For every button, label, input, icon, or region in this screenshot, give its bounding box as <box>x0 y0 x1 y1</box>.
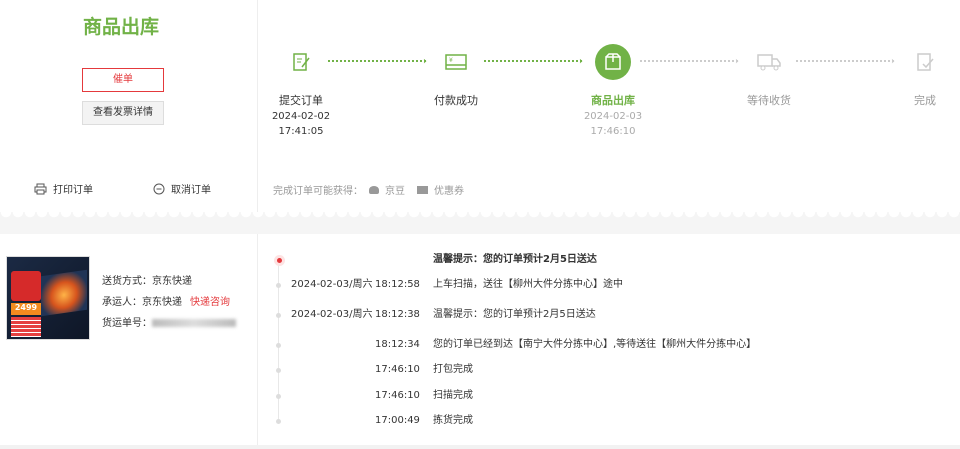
delivery-method-label: 送货方式： <box>102 276 152 287</box>
order-status-section: 商品出库 催单 查看发票详情 打印订单 取消订单 › › › › 提交订单 20… <box>0 0 960 212</box>
courier-inquiry-link[interactable]: 快递咨询 <box>190 297 230 308</box>
step-label: 付款成功 <box>434 94 478 107</box>
tracking-message: 您的订单已经到达【南宁大件分拣中心】,等待送往【柳州大件分拣中心】 <box>433 339 757 350</box>
tracking-timeline: 温馨提示：您的订单预计2月5日送达 2024-02-03/周六 18:12:58 上… <box>258 234 960 445</box>
tracking-time: 17:00:49 <box>375 415 420 426</box>
tracking-time: 18:12:38 <box>375 309 420 320</box>
step-time: 17:41:05 <box>278 126 324 137</box>
coupon-label: 优惠券 <box>434 186 464 197</box>
step-shipped: 商品出库 2024-02-03 17:46:10 <box>573 44 653 138</box>
step-time: 17:46:10 <box>590 126 636 137</box>
print-order-button[interactable]: 打印订单 <box>34 181 93 196</box>
tracking-time: 18:12:58 <box>375 279 420 290</box>
package-icon <box>595 44 631 80</box>
section-divider <box>0 212 960 234</box>
shipment-details: 送货方式：京东快递 承运人：京东快递 快递咨询 货运单号： <box>102 271 236 334</box>
tracking-entry: 温馨提示：您的订单预计2月5日送达 <box>258 253 960 267</box>
tracking-entry: 18:12:34 您的订单已经到达【南宁大件分拣中心】,等待送往【柳州大件分拣中心… <box>258 338 960 352</box>
tracking-message: 扫描完成 <box>433 390 473 401</box>
step-label: 完成 <box>914 94 936 107</box>
product-thumbnail[interactable]: 2499 <box>6 256 90 340</box>
page-footer-band <box>0 445 960 449</box>
check-document-icon <box>907 44 943 80</box>
tracking-time: 17:46:10 <box>375 390 420 401</box>
tracking-date: 2024-02-03/周六 <box>291 279 373 290</box>
tracking-entry: 17:46:10 打包完成 <box>258 363 960 377</box>
payment-card-icon: ¥ <box>438 44 474 80</box>
tracking-entry: 17:46:10 扫描完成 <box>258 389 960 403</box>
step-label: 商品出库 <box>591 94 635 107</box>
jd-bean-icon <box>369 185 379 194</box>
print-order-label: 打印订单 <box>53 185 93 196</box>
product-price-badge: 2499 <box>11 303 41 315</box>
svg-text:¥: ¥ <box>449 57 453 64</box>
order-status-panel: 商品出库 催单 查看发票详情 打印订单 取消订单 <box>0 0 258 212</box>
rewards-label: 完成订单可能获得： <box>273 186 363 197</box>
truck-icon <box>751 44 787 80</box>
view-invoice-button[interactable]: 查看发票详情 <box>82 101 164 125</box>
coupon-icon <box>417 185 428 194</box>
cancel-order-button[interactable]: 取消订单 <box>153 181 211 196</box>
step-date: 2024-02-02 <box>271 111 331 122</box>
tracking-entry: 2024-02-03/周六 18:12:38 温馨提示：您的订单预计2月5日送达 <box>258 308 960 322</box>
edit-document-icon <box>283 44 319 80</box>
step-submit-order: 提交订单 2024-02-02 17:41:05 <box>261 44 341 138</box>
urge-order-button[interactable]: 催单 <box>82 68 164 92</box>
tracking-time: 17:46:10 <box>375 364 420 375</box>
step-label: 提交订单 <box>279 94 323 107</box>
step-complete: 完成 <box>885 44 960 108</box>
tracking-entry: 17:00:49 拣货完成 <box>258 414 960 428</box>
printer-icon <box>34 183 47 194</box>
rewards-info: 完成订单可能获得： 京豆 优惠券 <box>273 182 464 197</box>
tracking-message: 打包完成 <box>433 364 473 375</box>
tracking-message: 上车扫描，送往【柳州大件分拣中心】途中 <box>433 279 623 290</box>
step-awaiting-delivery: 等待收货 <box>729 44 809 108</box>
jd-bean-label: 京豆 <box>385 186 405 197</box>
carrier-value: 京东快递 <box>142 297 182 308</box>
cancel-order-label: 取消订单 <box>171 185 211 196</box>
tracking-date: 2024-02-03/周六 <box>291 309 373 320</box>
tracking-number-label: 货运单号： <box>102 318 152 329</box>
tracking-time: 18:12:34 <box>375 339 420 350</box>
carrier-label: 承运人： <box>102 297 142 308</box>
tracking-message: 温馨提示：您的订单预计2月5日送达 <box>433 254 597 265</box>
order-status-title: 商品出库 <box>83 16 160 38</box>
tracking-entry: 2024-02-03/周六 18:12:58 上车扫描，送往【柳州大件分拣中心】途中 <box>258 278 960 292</box>
step-label: 等待收货 <box>747 94 791 107</box>
minus-circle-icon <box>153 183 165 194</box>
step-date: 2024-02-03 <box>583 111 643 122</box>
tracking-message: 拣货完成 <box>433 415 473 426</box>
tracking-number-redacted <box>152 319 236 327</box>
delivery-method-value: 京东快递 <box>152 276 192 287</box>
shipment-info-panel: 2499 送货方式：京东快递 承运人：京东快递 快递咨询 货运单号： <box>0 234 258 445</box>
shipment-section: 2499 送货方式：京东快递 承运人：京东快递 快递咨询 货运单号： 温馨提示：您… <box>0 234 960 445</box>
tracking-message: 温馨提示：您的订单预计2月5日送达 <box>433 309 596 320</box>
step-payment: ¥ 付款成功 <box>416 44 496 108</box>
order-progress-steps: › › › › 提交订单 2024-02-02 17:41:05 ¥ 付款成功 … <box>258 0 960 212</box>
